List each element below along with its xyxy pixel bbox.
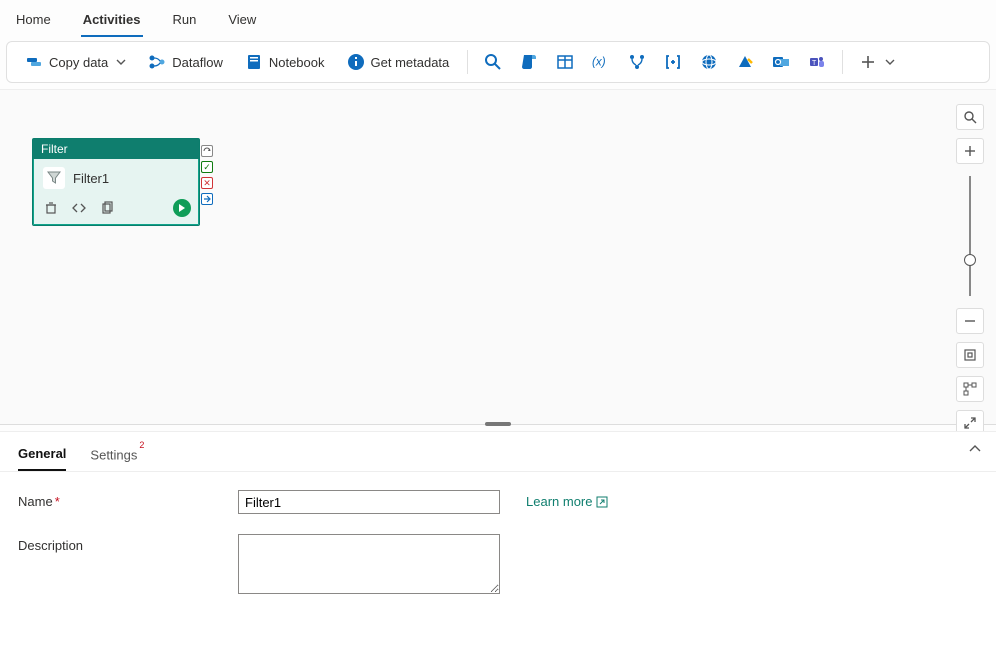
- svg-text:T: T: [812, 60, 817, 67]
- teams-icon: T: [808, 53, 826, 71]
- filter-icon: [43, 167, 65, 189]
- notebook-label: Notebook: [269, 55, 325, 70]
- toolbar-separator-2: [842, 50, 843, 74]
- tab-general[interactable]: General: [18, 442, 66, 471]
- zoom-slider-handle[interactable]: [964, 254, 976, 266]
- activity-node-filter[interactable]: Filter Filter1 ✓ ✕: [32, 138, 200, 226]
- notebook-icon: [245, 53, 263, 71]
- properties-panel: General Settings2 Name* Learn more Descr…: [0, 431, 996, 657]
- chevron-down-icon: [885, 57, 895, 67]
- description-label: Description: [18, 534, 218, 553]
- required-asterisk: *: [55, 494, 60, 509]
- activity-node-footer: [33, 195, 199, 225]
- external-link-icon: [596, 496, 608, 508]
- notebook-button[interactable]: Notebook: [235, 49, 335, 75]
- activity-output-ports: ✓ ✕: [201, 145, 213, 205]
- zoom-controls: [956, 104, 984, 436]
- copy-data-icon: [25, 53, 43, 71]
- outlook-icon: [772, 53, 790, 71]
- tab-home[interactable]: Home: [14, 8, 53, 37]
- activities-toolbar: Copy data Dataflow Notebook Get metadata: [6, 41, 990, 83]
- name-label-text: Name: [18, 494, 53, 509]
- tab-settings[interactable]: Settings2: [90, 442, 142, 471]
- port-on-skip[interactable]: [201, 145, 213, 157]
- append-activity-button[interactable]: [656, 49, 690, 75]
- web-activity-button[interactable]: [692, 49, 726, 75]
- script-icon: [520, 53, 538, 71]
- copy-data-label: Copy data: [49, 55, 108, 70]
- toolbar-separator: [467, 50, 468, 74]
- info-icon: [347, 53, 365, 71]
- port-on-success[interactable]: ✓: [201, 161, 213, 173]
- properties-tabs: General Settings2: [0, 432, 996, 472]
- top-tab-bar: Home Activities Run View: [0, 0, 996, 37]
- description-input[interactable]: [238, 534, 500, 594]
- zoom-slider-track[interactable]: [969, 176, 971, 296]
- set-variable-activity-button[interactable]: (x): [584, 49, 618, 75]
- tab-run[interactable]: Run: [171, 8, 199, 37]
- name-row: Name* Learn more: [18, 490, 978, 514]
- svg-text:(x): (x): [592, 56, 606, 69]
- get-metadata-button[interactable]: Get metadata: [337, 49, 460, 75]
- tab-view[interactable]: View: [226, 8, 258, 37]
- description-row: Description: [18, 534, 978, 594]
- function-icon: [736, 53, 754, 71]
- stored-proc-activity-button[interactable]: [548, 49, 582, 75]
- tab-activities[interactable]: Activities: [81, 8, 143, 37]
- general-form: Name* Learn more Description: [0, 472, 996, 632]
- tab-settings-label: Settings: [90, 447, 137, 462]
- zoom-fit-button[interactable]: [956, 342, 984, 368]
- toolbar-container: Copy data Dataflow Notebook Get metadata: [0, 37, 996, 89]
- pipeline-canvas[interactable]: Filter Filter1 ✓ ✕: [0, 90, 996, 424]
- run-activity-icon[interactable]: [173, 199, 191, 217]
- learn-more-link[interactable]: Learn more: [526, 490, 608, 509]
- outlook-activity-button[interactable]: [764, 49, 798, 75]
- pipeline-canvas-wrap: Filter Filter1 ✓ ✕: [0, 89, 996, 425]
- delete-icon[interactable]: [43, 200, 59, 216]
- dataflow-button[interactable]: Dataflow: [138, 49, 233, 75]
- chevron-down-icon: [116, 57, 126, 67]
- port-on-fail[interactable]: ✕: [201, 177, 213, 189]
- function-activity-button[interactable]: [728, 49, 762, 75]
- tab-settings-badge: 2: [139, 440, 144, 450]
- code-icon[interactable]: [71, 200, 87, 216]
- zoom-out-button[interactable]: [956, 308, 984, 334]
- add-activity-button[interactable]: [851, 49, 903, 75]
- plus-icon: [859, 53, 877, 71]
- activity-node-type: Filter: [33, 139, 199, 159]
- branch-icon: [628, 53, 646, 71]
- dataflow-label: Dataflow: [172, 55, 223, 70]
- copy-data-button[interactable]: Copy data: [15, 49, 136, 75]
- magnifier-icon: [484, 53, 502, 71]
- port-on-completion[interactable]: [201, 193, 213, 205]
- variable-icon: (x): [592, 53, 610, 71]
- table-icon: [556, 53, 574, 71]
- get-metadata-label: Get metadata: [371, 55, 450, 70]
- auto-align-button[interactable]: [956, 376, 984, 402]
- script-activity-button[interactable]: [512, 49, 546, 75]
- collapse-panel-button[interactable]: [968, 442, 982, 456]
- globe-icon: [700, 53, 718, 71]
- lookup-activity-button[interactable]: [476, 49, 510, 75]
- copy-icon[interactable]: [99, 200, 115, 216]
- zoom-in-button[interactable]: [956, 138, 984, 164]
- teams-activity-button[interactable]: T: [800, 49, 834, 75]
- dataflow-icon: [148, 53, 166, 71]
- activity-node-name: Filter1: [73, 171, 109, 186]
- switch-activity-button[interactable]: [620, 49, 654, 75]
- canvas-search-button[interactable]: [956, 104, 984, 130]
- bracket-icon: [664, 53, 682, 71]
- learn-more-label: Learn more: [526, 494, 592, 509]
- activity-node-body: Filter1: [33, 159, 199, 195]
- name-label: Name*: [18, 490, 218, 509]
- name-input[interactable]: [238, 490, 500, 514]
